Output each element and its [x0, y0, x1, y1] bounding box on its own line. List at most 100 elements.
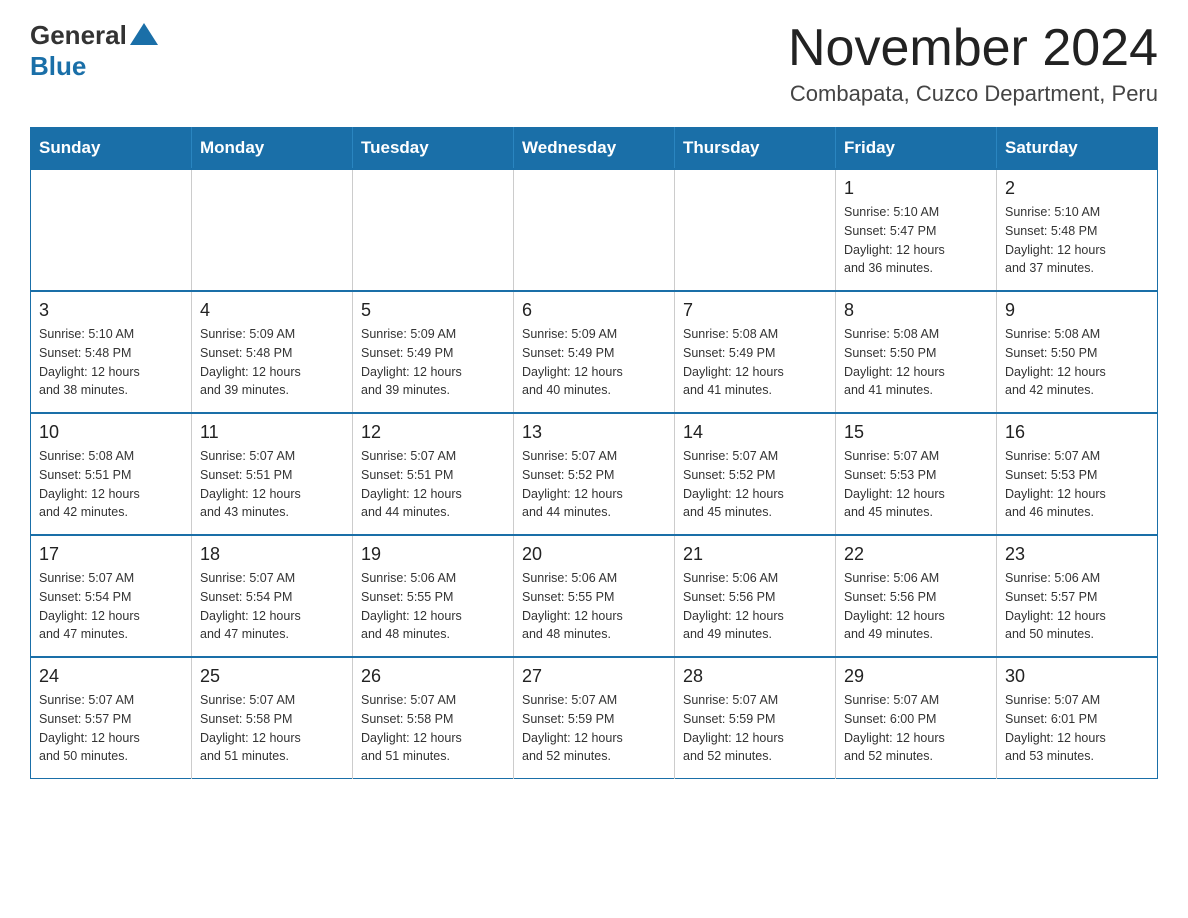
- day-info: Sunrise: 5:09 AM Sunset: 5:48 PM Dayligh…: [200, 325, 344, 400]
- calendar-cell: 26 Sunrise: 5:07 AM Sunset: 5:58 PM Dayli…: [353, 657, 514, 779]
- calendar-cell: 19 Sunrise: 5:06 AM Sunset: 5:55 PM Dayli…: [353, 535, 514, 657]
- calendar-cell: 16 Sunrise: 5:07 AM Sunset: 5:53 PM Dayli…: [997, 413, 1158, 535]
- day-info: Sunrise: 5:08 AM Sunset: 5:49 PM Dayligh…: [683, 325, 827, 400]
- logo: General Blue: [30, 20, 158, 82]
- day-number: 9: [1005, 300, 1149, 321]
- day-number: 8: [844, 300, 988, 321]
- calendar-cell: 2Sunrise: 5:10 AM Sunset: 5:48 PM Daylig…: [997, 169, 1158, 291]
- weekday-header-wednesday: Wednesday: [514, 128, 675, 170]
- logo-blue-text: Blue: [30, 51, 86, 82]
- day-info: Sunrise: 5:07 AM Sunset: 5:52 PM Dayligh…: [522, 447, 666, 522]
- logo-general-text: General: [30, 20, 127, 51]
- day-number: 30: [1005, 666, 1149, 687]
- day-info: Sunrise: 5:07 AM Sunset: 5:54 PM Dayligh…: [200, 569, 344, 644]
- calendar-cell: [353, 169, 514, 291]
- calendar-cell: 10 Sunrise: 5:08 AM Sunset: 5:51 PM Dayli…: [31, 413, 192, 535]
- day-number: 18: [200, 544, 344, 565]
- day-info: Sunrise: 5:06 AM Sunset: 5:57 PM Dayligh…: [1005, 569, 1149, 644]
- day-number: 7: [683, 300, 827, 321]
- day-info: Sunrise: 5:06 AM Sunset: 5:55 PM Dayligh…: [361, 569, 505, 644]
- calendar-cell: 13 Sunrise: 5:07 AM Sunset: 5:52 PM Dayli…: [514, 413, 675, 535]
- day-info: Sunrise: 5:07 AM Sunset: 5:52 PM Dayligh…: [683, 447, 827, 522]
- week-row-1: 3Sunrise: 5:10 AM Sunset: 5:48 PM Daylig…: [31, 291, 1158, 413]
- day-info: Sunrise: 5:07 AM Sunset: 5:51 PM Dayligh…: [361, 447, 505, 522]
- calendar-cell: [675, 169, 836, 291]
- calendar-cell: 7 Sunrise: 5:08 AM Sunset: 5:49 PM Daylig…: [675, 291, 836, 413]
- calendar-cell: 17 Sunrise: 5:07 AM Sunset: 5:54 PM Dayli…: [31, 535, 192, 657]
- day-info: Sunrise: 5:07 AM Sunset: 5:53 PM Dayligh…: [1005, 447, 1149, 522]
- day-info: Sunrise: 5:07 AM Sunset: 5:59 PM Dayligh…: [522, 691, 666, 766]
- calendar-cell: 21Sunrise: 5:06 AM Sunset: 5:56 PM Dayli…: [675, 535, 836, 657]
- calendar-cell: 12 Sunrise: 5:07 AM Sunset: 5:51 PM Dayli…: [353, 413, 514, 535]
- day-info: Sunrise: 5:10 AM Sunset: 5:48 PM Dayligh…: [1005, 203, 1149, 278]
- day-info: Sunrise: 5:07 AM Sunset: 5:53 PM Dayligh…: [844, 447, 988, 522]
- calendar-cell: 9 Sunrise: 5:08 AM Sunset: 5:50 PM Daylig…: [997, 291, 1158, 413]
- day-info: Sunrise: 5:07 AM Sunset: 5:57 PM Dayligh…: [39, 691, 183, 766]
- weekday-header-tuesday: Tuesday: [353, 128, 514, 170]
- calendar-cell: [514, 169, 675, 291]
- calendar-cell: 15 Sunrise: 5:07 AM Sunset: 5:53 PM Dayli…: [836, 413, 997, 535]
- week-row-0: 1 Sunrise: 5:10 AM Sunset: 5:47 PM Daylig…: [31, 169, 1158, 291]
- calendar-cell: 14 Sunrise: 5:07 AM Sunset: 5:52 PM Dayli…: [675, 413, 836, 535]
- calendar-cell: 4 Sunrise: 5:09 AM Sunset: 5:48 PM Daylig…: [192, 291, 353, 413]
- calendar-cell: [31, 169, 192, 291]
- day-number: 11: [200, 422, 344, 443]
- day-info: Sunrise: 5:06 AM Sunset: 5:55 PM Dayligh…: [522, 569, 666, 644]
- calendar-cell: 11 Sunrise: 5:07 AM Sunset: 5:51 PM Dayli…: [192, 413, 353, 535]
- day-number: 12: [361, 422, 505, 443]
- day-info: Sunrise: 5:10 AM Sunset: 5:48 PM Dayligh…: [39, 325, 183, 400]
- day-info: Sunrise: 5:09 AM Sunset: 5:49 PM Dayligh…: [361, 325, 505, 400]
- calendar-cell: 29 Sunrise: 5:07 AM Sunset: 6:00 PM Dayli…: [836, 657, 997, 779]
- calendar-cell: 30Sunrise: 5:07 AM Sunset: 6:01 PM Dayli…: [997, 657, 1158, 779]
- day-info: Sunrise: 5:07 AM Sunset: 5:58 PM Dayligh…: [361, 691, 505, 766]
- day-number: 19: [361, 544, 505, 565]
- day-info: Sunrise: 5:08 AM Sunset: 5:50 PM Dayligh…: [1005, 325, 1149, 400]
- day-number: 6: [522, 300, 666, 321]
- day-number: 16: [1005, 422, 1149, 443]
- day-number: 26: [361, 666, 505, 687]
- day-number: 4: [200, 300, 344, 321]
- calendar-cell: 20 Sunrise: 5:06 AM Sunset: 5:55 PM Dayli…: [514, 535, 675, 657]
- day-number: 17: [39, 544, 183, 565]
- week-row-3: 17 Sunrise: 5:07 AM Sunset: 5:54 PM Dayli…: [31, 535, 1158, 657]
- calendar-cell: 5 Sunrise: 5:09 AM Sunset: 5:49 PM Daylig…: [353, 291, 514, 413]
- day-number: 13: [522, 422, 666, 443]
- calendar-table: SundayMondayTuesdayWednesdayThursdayFrid…: [30, 127, 1158, 779]
- calendar-cell: 3Sunrise: 5:10 AM Sunset: 5:48 PM Daylig…: [31, 291, 192, 413]
- day-number: 10: [39, 422, 183, 443]
- calendar-cell: 18 Sunrise: 5:07 AM Sunset: 5:54 PM Dayli…: [192, 535, 353, 657]
- weekday-header-row: SundayMondayTuesdayWednesdayThursdayFrid…: [31, 128, 1158, 170]
- calendar-cell: 8 Sunrise: 5:08 AM Sunset: 5:50 PM Daylig…: [836, 291, 997, 413]
- day-number: 14: [683, 422, 827, 443]
- day-info: Sunrise: 5:08 AM Sunset: 5:50 PM Dayligh…: [844, 325, 988, 400]
- day-info: Sunrise: 5:10 AM Sunset: 5:47 PM Dayligh…: [844, 203, 988, 278]
- calendar-cell: 22Sunrise: 5:06 AM Sunset: 5:56 PM Dayli…: [836, 535, 997, 657]
- title-area: November 2024 Combapata, Cuzco Departmen…: [788, 20, 1158, 107]
- day-info: Sunrise: 5:07 AM Sunset: 5:51 PM Dayligh…: [200, 447, 344, 522]
- calendar-cell: [192, 169, 353, 291]
- day-number: 29: [844, 666, 988, 687]
- day-info: Sunrise: 5:07 AM Sunset: 5:58 PM Dayligh…: [200, 691, 344, 766]
- day-number: 15: [844, 422, 988, 443]
- weekday-header-monday: Monday: [192, 128, 353, 170]
- calendar-cell: 1 Sunrise: 5:10 AM Sunset: 5:47 PM Daylig…: [836, 169, 997, 291]
- day-number: 1: [844, 178, 988, 199]
- day-info: Sunrise: 5:07 AM Sunset: 5:54 PM Dayligh…: [39, 569, 183, 644]
- calendar-cell: 24 Sunrise: 5:07 AM Sunset: 5:57 PM Dayli…: [31, 657, 192, 779]
- weekday-header-friday: Friday: [836, 128, 997, 170]
- day-info: Sunrise: 5:08 AM Sunset: 5:51 PM Dayligh…: [39, 447, 183, 522]
- header: General Blue November 2024 Combapata, Cu…: [30, 20, 1158, 107]
- day-number: 23: [1005, 544, 1149, 565]
- day-info: Sunrise: 5:09 AM Sunset: 5:49 PM Dayligh…: [522, 325, 666, 400]
- weekday-header-saturday: Saturday: [997, 128, 1158, 170]
- day-number: 24: [39, 666, 183, 687]
- calendar-cell: 27Sunrise: 5:07 AM Sunset: 5:59 PM Dayli…: [514, 657, 675, 779]
- logo-triangle-icon: [130, 23, 158, 45]
- day-number: 5: [361, 300, 505, 321]
- day-info: Sunrise: 5:07 AM Sunset: 5:59 PM Dayligh…: [683, 691, 827, 766]
- calendar-cell: 28Sunrise: 5:07 AM Sunset: 5:59 PM Dayli…: [675, 657, 836, 779]
- day-number: 20: [522, 544, 666, 565]
- day-info: Sunrise: 5:06 AM Sunset: 5:56 PM Dayligh…: [683, 569, 827, 644]
- calendar-cell: 6 Sunrise: 5:09 AM Sunset: 5:49 PM Daylig…: [514, 291, 675, 413]
- day-info: Sunrise: 5:07 AM Sunset: 6:00 PM Dayligh…: [844, 691, 988, 766]
